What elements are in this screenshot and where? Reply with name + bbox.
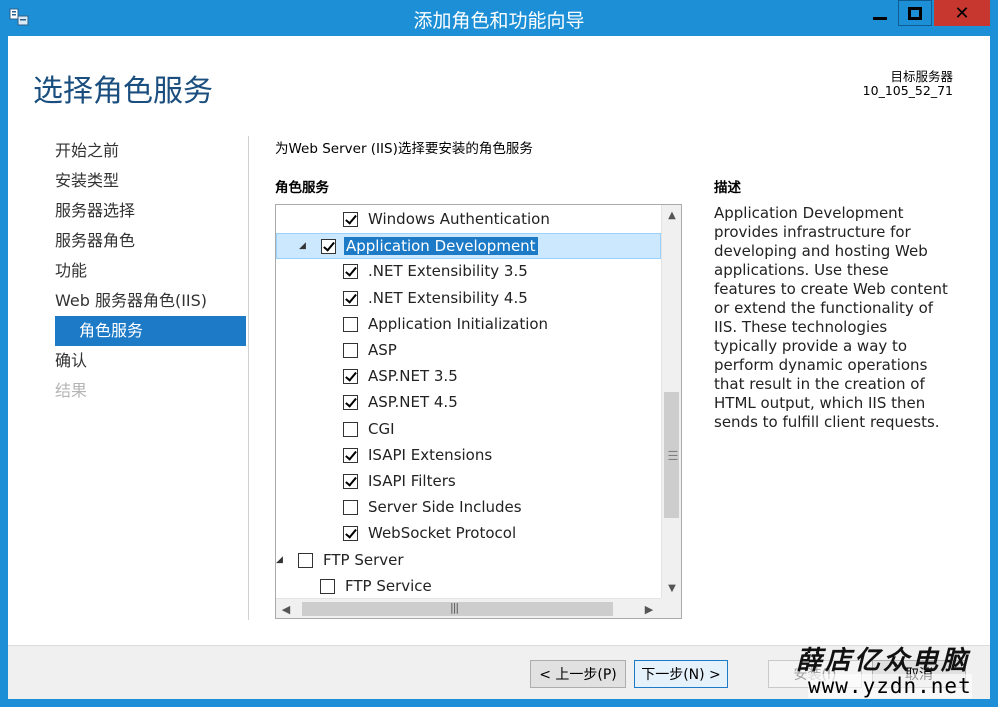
chevron-right-icon[interactable]: ▶ [639,599,659,618]
tree-row[interactable]: Windows Authentication [276,207,661,233]
tree-item-label: FTP Server [323,550,404,569]
tree-row[interactable]: .NET Extensibility 4.5 [276,286,661,312]
page-title: 选择角色服务 [33,74,213,109]
wizard-nav: 开始之前 安装类型 服务器选择 服务器角色 功能 Web 服务器角色(IIS) … [8,136,248,406]
tree-item-label: Application Development [344,237,538,256]
tree-checkbox[interactable] [343,343,358,358]
tree-row[interactable]: ◢ Application Development [276,233,661,260]
tree-item-label: ISAPI Extensions [368,445,493,464]
nav-item-confirmation[interactable]: 确认 [8,346,248,376]
tree-row[interactable]: ASP [276,338,661,364]
watermark-url: www.yzdn.net [808,674,972,698]
tree-checkbox[interactable] [343,526,358,542]
tree-checkbox[interactable] [298,552,313,568]
nav-divider [248,136,249,620]
tree-row[interactable]: ASP.NET 3.5 [276,364,661,390]
nav-item-features[interactable]: 功能 [8,256,248,286]
tree-row[interactable]: CGI [276,417,661,443]
window-title: 添加角色和功能向导 [413,10,585,32]
tree-item-label: ASP [368,341,397,359]
horizontal-scroll-thumb[interactable]: ||| [302,601,613,616]
title-bar[interactable]: 添加角色和功能向导 ✕ [0,0,998,36]
nav-item-installation-type[interactable]: 安装类型 [8,166,248,196]
minimize-button[interactable] [863,0,897,26]
nav-item-server-selection[interactable]: 服务器选择 [8,196,248,226]
tree-row[interactable]: FTP Service [276,574,661,598]
tree-checkbox[interactable] [343,500,358,516]
tree-item-label: ISAPI Filters [368,472,456,490]
tree-row[interactable]: .NET Extensibility 3.5 [276,259,661,285]
maximize-icon [908,6,922,20]
description-text: Application Development provides infrast… [714,204,948,431]
chevron-left-icon[interactable]: ◀ [276,599,296,618]
tree-checkbox[interactable] [343,290,358,306]
tree-item-label: CGI [368,419,395,438]
vertical-scroll-thumb[interactable]: — — — [664,392,679,518]
tree-row[interactable]: WebSocket Protocol [276,521,661,547]
expand-arrow-icon[interactable]: ◢ [276,555,283,565]
vertical-scrollbar[interactable]: ▲ — — — ▼ [661,205,681,598]
tree-item-label: ASP.NET 3.5 [368,367,458,386]
grip-icon: ||| [450,601,459,614]
tree-checkbox[interactable] [320,578,335,594]
tree-checkbox[interactable] [343,421,358,437]
tree-row[interactable]: Application Initialization [276,312,661,338]
tree-checkbox[interactable] [343,264,358,280]
previous-button[interactable]: < 上一步(P) [530,660,626,688]
nav-item-role-services[interactable]: 角色服务 [55,316,246,346]
tree-item-label: ASP.NET 4.5 [368,393,458,412]
next-button[interactable]: 下一步(N) > [634,660,728,688]
nav-item-results: 结果 [55,381,88,400]
role-services-tree[interactable]: Windows Authentication ◢ Application Devel… [275,204,682,619]
tree-checkbox[interactable] [343,369,358,385]
minimize-icon [873,16,887,20]
tree-checkbox[interactable] [343,447,358,463]
target-server-value: 10_105_52_71 [862,83,953,98]
role-services-heading: 角色服务 [275,180,329,196]
tree-rows: Windows Authentication ◢ Application Devel… [276,205,661,598]
tree-checkbox[interactable] [343,316,358,332]
nav-item-web-server-role[interactable]: Web 服务器角色(IIS) [8,286,248,316]
close-button[interactable]: ✕ [934,0,990,26]
wizard-body: 选择角色服务 目标服务器 10_105_52_71 开始之前 安装类型 服务器选… [8,36,990,699]
tree-row[interactable]: ISAPI Extensions [276,443,661,469]
tree-item-label: .NET Extensibility 4.5 [368,288,528,307]
watermark-text: 薛店亿众电脑 [796,646,971,676]
tree-checkbox[interactable] [343,474,358,489]
chevron-up-icon[interactable]: ▲ [662,205,681,225]
close-icon: ✕ [954,2,970,24]
tree-item-label: Windows Authentication [368,210,550,228]
chevron-down-icon[interactable]: ▼ [662,578,681,598]
tree-item-label: FTP Service [345,576,432,595]
tree-row[interactable]: Server Side Includes [276,495,661,521]
tree-row[interactable]: ◢ FTP Server [276,548,661,574]
tree-checkbox[interactable] [343,212,358,227]
tree-checkbox[interactable] [321,239,336,255]
description-heading: 描述 [714,180,741,196]
tree-item-label: .NET Extensibility 3.5 [368,262,528,281]
tree-row[interactable]: ISAPI Filters [276,469,661,495]
maximize-button[interactable] [898,0,932,26]
expand-arrow-icon[interactable]: ◢ [299,241,306,251]
tree-item-label: Server Side Includes [368,498,522,517]
scroll-corner [661,598,681,618]
tree-item-label: Application Initialization [368,314,549,333]
grip-icon: — — — [668,446,678,465]
horizontal-scrollbar[interactable]: ◀ ||| ▶ [276,598,661,618]
instruction-text: 为Web Server (IIS)选择要安装的角色服务 [275,141,533,157]
tree-row[interactable]: ASP.NET 4.5 [276,390,661,416]
nav-item-before-you-begin[interactable]: 开始之前 [8,136,248,166]
nav-item-server-roles[interactable]: 服务器角色 [8,226,248,256]
tree-item-label: WebSocket Protocol [368,524,517,543]
tree-checkbox[interactable] [343,395,358,411]
